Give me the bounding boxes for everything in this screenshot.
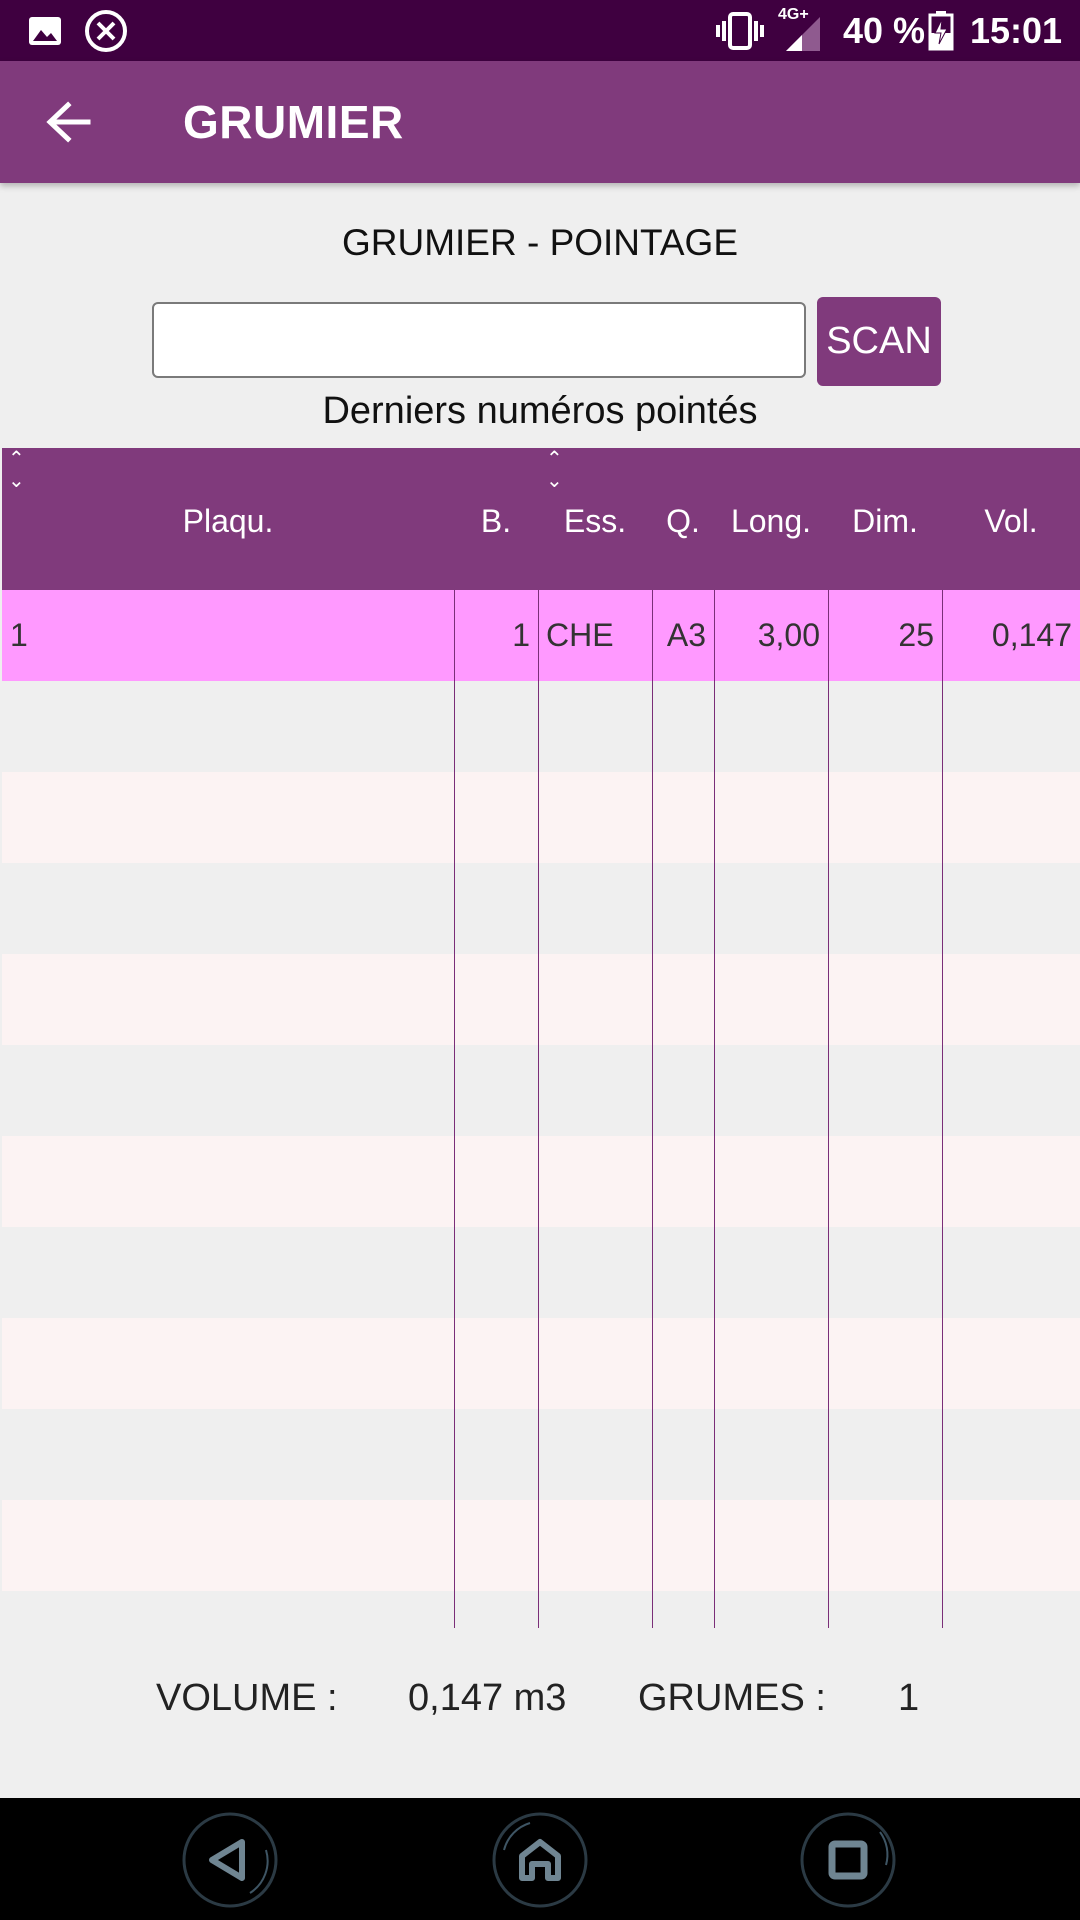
table-row-empty xyxy=(2,1318,1080,1409)
column-header-q[interactable]: Q. xyxy=(652,448,714,590)
column-header-ess[interactable]: Ess. xyxy=(538,448,652,590)
cell-vol: 0,147 xyxy=(991,617,1072,653)
nav-recent-apps-button[interactable] xyxy=(798,1810,898,1910)
table-row-empty xyxy=(2,1409,1080,1500)
battery-percent: 40 % xyxy=(843,10,926,51)
table-row-empty xyxy=(2,1045,1080,1136)
scan-button[interactable]: SCAN xyxy=(817,297,941,386)
cell-ess: CHE xyxy=(546,617,614,653)
column-divider xyxy=(652,590,653,1628)
back-triangle-icon xyxy=(182,1812,278,1908)
cell-long: 3,00 xyxy=(757,617,820,653)
table-row-selected[interactable]: 1 1 CHE A3 3,00 25 0,147 xyxy=(2,590,1080,681)
cell-dim: 25 xyxy=(898,617,934,653)
image-icon xyxy=(28,0,62,61)
app-title: GRUMIER xyxy=(183,96,404,148)
nav-home-button[interactable] xyxy=(490,1810,590,1910)
back-button[interactable] xyxy=(40,97,100,147)
column-header-long[interactable]: Long. xyxy=(714,448,828,590)
cell-b: 1 xyxy=(512,617,530,653)
table-row-empty xyxy=(2,1500,1080,1591)
close-circle-icon xyxy=(84,0,128,61)
table-row-empty xyxy=(2,1227,1080,1318)
table-row-empty xyxy=(2,954,1080,1045)
column-header-b[interactable]: B. xyxy=(454,448,538,590)
grumes-value: 1 xyxy=(898,1677,920,1719)
arrow-left-icon xyxy=(46,101,91,143)
table-row-empty xyxy=(2,681,1080,772)
column-header-dim[interactable]: Dim. xyxy=(828,448,942,590)
battery-charging-icon xyxy=(928,0,954,61)
cell-q: A3 xyxy=(666,617,706,653)
vibrate-icon xyxy=(716,0,764,61)
nav-back-button[interactable] xyxy=(180,1810,280,1910)
network-type: 4G+ xyxy=(778,6,809,23)
navigation-bar xyxy=(0,1798,1080,1920)
column-divider xyxy=(454,590,455,1628)
column-divider xyxy=(942,590,943,1628)
column-divider xyxy=(828,590,829,1628)
column-divider xyxy=(538,590,539,1628)
column-divider xyxy=(714,590,715,1628)
clock: 15:01 xyxy=(970,10,1063,51)
volume-label: VOLUME : xyxy=(156,1677,338,1719)
recent-numbers-label: Derniers numéros pointés xyxy=(322,390,758,432)
home-icon xyxy=(492,1812,588,1908)
table-row-empty xyxy=(2,1136,1080,1227)
scan-input[interactable] xyxy=(152,302,806,378)
column-header-vol[interactable]: Vol. xyxy=(942,448,1080,590)
recent-apps-icon xyxy=(800,1812,896,1908)
app-bar: GRUMIER xyxy=(0,61,1080,183)
grid-body: 1 1 CHE A3 3,00 25 0,147 xyxy=(2,590,1080,1628)
table-row-empty xyxy=(2,863,1080,954)
grumes-label: GRUMES : xyxy=(638,1677,826,1719)
section-title: GRUMIER - POINTAGE xyxy=(341,222,739,263)
grid-header: ⌃ ⌄ ⌃ ⌄ Plaqu. B. Ess. Q. Long. Dim. Vol. xyxy=(2,448,1080,590)
status-bar: 4G+ 40 % 15:01 xyxy=(0,0,1080,61)
volume-value: 0,147 m3 xyxy=(408,1677,567,1719)
cell-plaque: 1 xyxy=(10,617,28,653)
column-header-plaque[interactable]: Plaqu. xyxy=(2,448,454,590)
table-row-empty xyxy=(2,772,1080,863)
